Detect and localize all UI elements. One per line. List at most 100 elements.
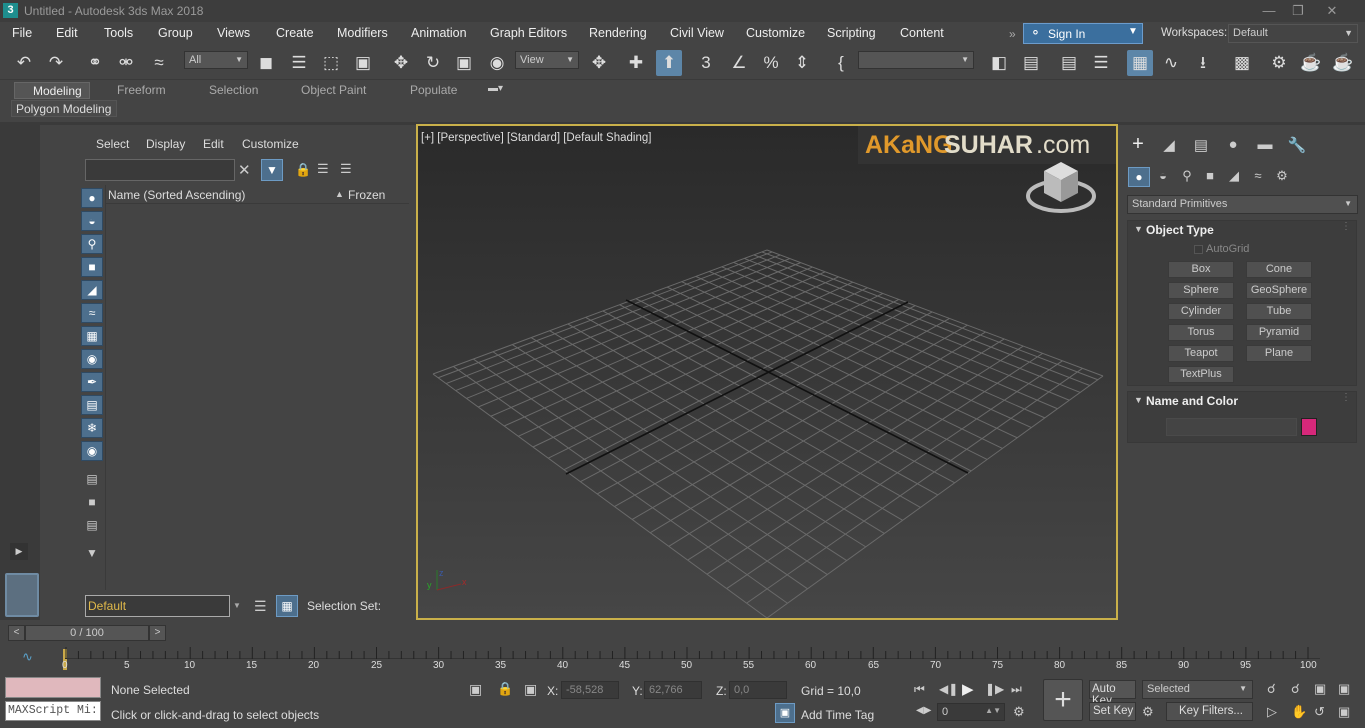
align-icon[interactable]: ▤ <box>1018 50 1044 76</box>
curve-editor-mini-icon[interactable]: ∿ <box>22 649 33 665</box>
maximize-viewport-icon[interactable]: ▣ <box>1338 704 1350 720</box>
angle-snap-icon[interactable]: ∠ <box>726 50 752 76</box>
render-setup-icon[interactable]: ⚙ <box>1266 50 1292 76</box>
set-key-button[interactable]: Set Key <box>1089 702 1136 721</box>
zoom-all-icon[interactable]: ☌ <box>1291 681 1300 697</box>
zoom-extents-icon[interactable]: ▣ <box>1314 681 1326 697</box>
geometry-icon[interactable]: ● <box>1128 167 1150 187</box>
hierarchy-icon[interactable]: ☰ <box>317 161 329 177</box>
display-all-icon[interactable]: ▤ <box>81 470 103 490</box>
torus-button[interactable]: Torus <box>1168 324 1234 341</box>
key-filter-icon[interactable]: ⚙ <box>1142 704 1154 720</box>
z-coordinate-field[interactable]: 0,0 <box>729 681 787 699</box>
display-cameras-icon[interactable]: ■ <box>81 257 103 277</box>
display-hidden-icon[interactable]: ◉ <box>81 441 103 461</box>
menu-overflow-icon[interactable]: » <box>1009 27 1016 41</box>
display-groups-icon[interactable]: ▦ <box>81 326 103 346</box>
rotate-icon[interactable]: ↻ <box>420 50 446 76</box>
scene-list[interactable] <box>105 204 409 590</box>
trackbar[interactable]: ∿ 0 5 10 15 20 25 30 35 40 45 50 55 60 6… <box>0 645 1365 672</box>
cone-button[interactable]: Cone <box>1246 261 1312 278</box>
add-time-tag[interactable]: Add Time Tag <box>801 708 874 722</box>
zoom-icon[interactable]: ☌ <box>1267 681 1276 697</box>
object-type-title[interactable]: Object Type <box>1146 223 1214 237</box>
menu-views[interactable]: Views <box>217 26 250 40</box>
display-containers-icon[interactable]: ▤ <box>81 395 103 415</box>
select-by-name-icon[interactable]: ☰ <box>286 50 312 76</box>
pan-view-icon[interactable]: ✋ <box>1291 704 1307 720</box>
menu-create[interactable]: Create <box>276 26 314 40</box>
menu-animation[interactable]: Animation <box>411 26 467 40</box>
menu-edit[interactable]: Edit <box>56 26 78 40</box>
viewport-layout-thumbnail[interactable] <box>5 573 39 617</box>
viewport-perspective[interactable]: [+] [Perspective] [Standard] [Default Sh… <box>416 124 1118 620</box>
time-tag-icon[interactable]: ▣ <box>775 703 795 723</box>
hierarchy-mode-icon[interactable]: ▦ <box>276 595 298 617</box>
snaps-toggle-icon[interactable]: 3 <box>693 50 719 76</box>
viewcube[interactable] <box>1024 158 1100 220</box>
lock-icon[interactable]: 🔒 <box>295 162 311 178</box>
toggle-ribbon-icon[interactable]: ▦ <box>1127 50 1153 76</box>
go-to-start-icon[interactable]: ⏮ <box>914 682 925 697</box>
scale-icon[interactable]: ▣ <box>451 50 477 76</box>
display-frozen-icon[interactable]: ❄ <box>81 418 103 438</box>
percent-snap-icon[interactable]: % <box>758 50 784 76</box>
bind-space-warp-icon[interactable]: ≈ <box>146 50 172 76</box>
utilities-tab-icon[interactable]: 🔧 <box>1285 136 1309 154</box>
key-filters-button[interactable]: Key Filters... <box>1166 702 1253 721</box>
scene-menu-edit[interactable]: Edit <box>203 137 224 151</box>
menu-scripting[interactable]: Scripting <box>827 26 876 40</box>
layer-stack-icon[interactable]: ☰ <box>254 598 267 615</box>
hierarchy-tab-icon[interactable]: ▤ <box>1189 136 1213 154</box>
redo-icon[interactable]: ↷ <box>43 50 69 76</box>
space-warps-icon[interactable]: ≈ <box>1248 168 1268 183</box>
display-space-warps-icon[interactable]: ≈ <box>81 303 103 323</box>
selection-filter-dropdown[interactable]: All ▼ <box>184 51 248 69</box>
window-crossing-icon[interactable]: ▣ <box>350 50 376 76</box>
maxscript-mini-listener[interactable]: MAXScript Mi: <box>5 701 101 721</box>
y-coordinate-field[interactable]: 62,766 <box>644 681 702 699</box>
maximize-icon[interactable]: ❐ <box>1284 1 1312 21</box>
layers-icon[interactable]: ☰ <box>340 161 352 177</box>
render-production-icon[interactable]: ☕ <box>1330 50 1356 76</box>
tab-modeling[interactable]: Modeling <box>14 82 90 99</box>
move-icon[interactable]: ✥ <box>388 50 414 76</box>
cylinder-button[interactable]: Cylinder <box>1168 303 1234 320</box>
orbit-icon[interactable]: ↺ <box>1314 704 1325 720</box>
menu-group[interactable]: Group <box>158 26 193 40</box>
menu-file[interactable]: File <box>12 26 32 40</box>
menu-content[interactable]: Content <box>900 26 944 40</box>
expand-arrow-icon[interactable]: ▶ <box>10 543 28 560</box>
x-coordinate-field[interactable]: -58,528 <box>561 681 619 699</box>
rendered-frame-window-icon[interactable]: ☕ <box>1298 50 1324 76</box>
display-tab-icon[interactable]: ▬ <box>1253 136 1277 153</box>
scene-filter-icon[interactable]: ▼ <box>81 544 103 564</box>
schematic-view-icon[interactable]: ⭳ <box>1190 50 1216 76</box>
menu-graph-editors[interactable]: Graph Editors <box>490 26 567 40</box>
rectangular-selection-icon[interactable]: ⬚ <box>318 50 344 76</box>
motion-tab-icon[interactable]: ● <box>1221 136 1245 153</box>
display-helpers-icon[interactable]: ◢ <box>81 280 103 300</box>
place-icon[interactable]: ◉ <box>484 50 510 76</box>
time-configuration-icon[interactable]: ⚙ <box>1013 704 1025 720</box>
ribbon-options-icon[interactable]: ▬▾ <box>488 83 503 94</box>
systems-icon[interactable]: ⚙ <box>1272 168 1292 184</box>
plane-button[interactable]: Plane <box>1246 345 1312 362</box>
scene-menu-select[interactable]: Select <box>96 137 129 151</box>
next-key-icon[interactable]: ❚▶ <box>985 682 1004 696</box>
display-invert-icon[interactable]: ▤ <box>81 516 103 536</box>
box-button[interactable]: Box <box>1168 261 1234 278</box>
create-tab-icon[interactable]: + <box>1126 133 1150 156</box>
menu-modifiers[interactable]: Modifiers <box>337 26 388 40</box>
toggle-layer-explorer-icon[interactable]: ☰ <box>1088 50 1114 76</box>
edit-named-selection-icon[interactable]: { <box>828 50 854 76</box>
cameras-icon[interactable]: ■ <box>1200 168 1220 183</box>
time-slider-thumb[interactable]: 0 / 100 <box>25 625 149 641</box>
pivot-center-icon[interactable]: ✥ <box>586 50 612 76</box>
clear-search-icon[interactable]: ✕ <box>238 161 251 179</box>
previous-frame-icon[interactable]: < <box>8 625 25 641</box>
reference-coordinate-dropdown[interactable]: View ▼ <box>515 51 579 69</box>
undo-icon[interactable]: ↶ <box>11 50 37 76</box>
menu-tools[interactable]: Tools <box>104 26 133 40</box>
app-icon[interactable]: 3 <box>3 3 18 18</box>
